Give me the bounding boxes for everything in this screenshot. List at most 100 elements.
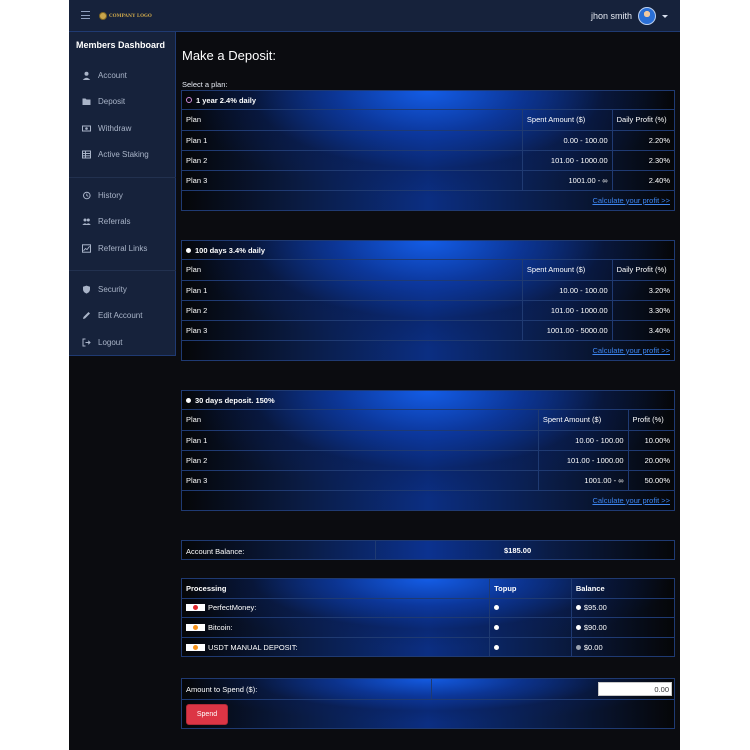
plan-option-3[interactable]: 30 days deposit. 150% xyxy=(182,391,674,410)
column-header: Processing xyxy=(182,579,491,599)
pencil-icon xyxy=(82,311,91,320)
plan-option-1[interactable]: 1 year 2.4% daily xyxy=(182,91,674,110)
company-logo[interactable]: COMPANY LOGO xyxy=(99,12,152,20)
user-menu[interactable]: jhon smith xyxy=(591,7,668,25)
balance-radio[interactable] xyxy=(575,605,581,611)
calc-row: Calculate your profit >> xyxy=(182,341,674,360)
profit-cell: 3.40% xyxy=(612,320,674,341)
amount-cell: 1001.00 - 5000.00 xyxy=(522,320,613,341)
chevron-down-icon xyxy=(662,14,668,18)
table-row: USDT MANUAL DEPOSIT: $0.00 xyxy=(182,637,674,657)
sidebar-title: Members Dashboard xyxy=(76,40,166,50)
plan-cell: Plan 1 xyxy=(182,130,523,151)
topup-radio[interactable] xyxy=(494,624,500,630)
sidebar-item-history[interactable]: History xyxy=(82,188,123,202)
profit-cell: 2.20% xyxy=(612,130,674,151)
table-row: Plan 2 101.00 - 1000.00 20.00% xyxy=(182,450,674,471)
table-header-row: Processing Topup Balance xyxy=(182,579,674,599)
sidebar-divider xyxy=(69,270,176,271)
plan-cell: Plan 1 xyxy=(182,430,539,451)
table-row: Plan 3 1001.00 - ∞ 50.00% xyxy=(182,470,674,491)
processor-name: USDT MANUAL DEPOSIT: xyxy=(208,642,298,652)
sidebar-item-referral-links[interactable]: Referral Links xyxy=(82,241,147,255)
column-header: Spent Amount ($) xyxy=(522,110,613,131)
history-icon xyxy=(82,191,91,200)
balance-radio[interactable] xyxy=(575,644,581,650)
plan-cell: Plan 1 xyxy=(182,280,523,301)
amount-cell: 101.00 - 1000.00 xyxy=(522,300,613,321)
processor-name: Bitcoin: xyxy=(208,622,233,632)
row-divider xyxy=(182,699,674,700)
plan-radio[interactable] xyxy=(186,247,191,253)
menu-toggle-icon[interactable] xyxy=(81,11,90,20)
table-row: Plan 1 10.00 - 100.00 10.00% xyxy=(182,430,674,451)
page-title: Make a Deposit: xyxy=(182,48,276,63)
plan-table: Plan Spent Amount ($) Daily Profit (%) P… xyxy=(182,260,674,341)
sidebar: Members Dashboard Account Deposit Withdr… xyxy=(69,32,176,356)
sidebar-item-label: Referrals xyxy=(98,216,131,226)
plan-radio[interactable] xyxy=(186,397,191,403)
column-header: Plan xyxy=(182,260,523,281)
sidebar-item-security[interactable]: Security xyxy=(82,282,127,296)
profit-cell: 50.00% xyxy=(628,470,674,491)
column-header: Spent Amount ($) xyxy=(522,260,613,281)
calculate-profit-link[interactable]: Calculate your profit >> xyxy=(592,196,670,205)
plan-option-2[interactable]: 100 days 3.4% daily xyxy=(182,241,674,260)
plan-cell: Plan 3 xyxy=(182,170,523,191)
calculate-profit-link[interactable]: Calculate your profit >> xyxy=(592,496,670,505)
spend-button[interactable]: Spend xyxy=(186,704,228,725)
sidebar-item-logout[interactable]: Logout xyxy=(82,335,122,349)
account-balance-row: Account Balance: $185.00 xyxy=(181,540,675,560)
balance-value: $185.00 xyxy=(504,546,532,555)
column-header: Plan xyxy=(182,410,539,431)
calculate-profit-link[interactable]: Calculate your profit >> xyxy=(592,346,670,355)
plan-name: 100 days 3.4% daily xyxy=(195,245,266,255)
calc-row: Calculate your profit >> xyxy=(182,191,674,210)
amount-cell: 0.00 - 100.00 xyxy=(522,130,613,151)
plan-box-2: 100 days 3.4% daily Plan Spent Amount ($… xyxy=(181,240,675,361)
amount-cell: 101.00 - 1000.00 xyxy=(538,450,629,471)
column-header: Daily Profit (%) xyxy=(612,110,674,131)
plan-radio-selected[interactable] xyxy=(186,97,192,103)
amount-label: Amount to Spend ($): xyxy=(186,685,258,694)
sidebar-item-withdraw[interactable]: Withdraw xyxy=(82,121,131,135)
select-plan-label: Select a plan: xyxy=(182,80,228,89)
table-row: Plan 2 101.00 - 1000.00 2.30% xyxy=(182,150,674,171)
column-header: Profit (%) xyxy=(628,410,674,431)
column-header: Topup xyxy=(489,579,572,599)
plan-box-3: 30 days deposit. 150% Plan Spent Amount … xyxy=(181,390,675,511)
profit-cell: 10.00% xyxy=(628,430,674,451)
logo-dot-icon xyxy=(193,624,198,630)
processor-cell: PerfectMoney: xyxy=(182,598,491,618)
processor-balance: $95.00 xyxy=(583,603,607,613)
topup-radio[interactable] xyxy=(494,605,500,611)
processing-table: Processing Topup Balance PerfectMoney: $… xyxy=(182,579,674,657)
sidebar-divider xyxy=(69,177,176,178)
chart-icon xyxy=(82,243,91,253)
perfectmoney-logo-icon xyxy=(186,604,205,612)
processor-name: PerfectMoney: xyxy=(208,603,257,613)
table-header-row: Plan Spent Amount ($) Daily Profit (%) xyxy=(182,110,674,131)
amount-input[interactable] xyxy=(598,682,672,696)
top-bar: COMPANY LOGO jhon smith xyxy=(69,0,680,32)
sidebar-item-referrals[interactable]: Referrals xyxy=(82,214,130,228)
topup-cell xyxy=(489,637,572,657)
sidebar-item-deposit[interactable]: Deposit xyxy=(82,94,125,108)
sidebar-item-active-staking[interactable]: Active Staking xyxy=(82,147,149,161)
spend-form: Amount to Spend ($): Spend xyxy=(181,678,675,729)
plan-name: 30 days deposit. 150% xyxy=(195,395,275,405)
balance-radio[interactable] xyxy=(575,624,581,630)
plan-name: 1 year 2.4% daily xyxy=(196,95,257,105)
balance-cell: $0.00 xyxy=(571,637,674,657)
sidebar-item-label: Deposit xyxy=(98,96,126,106)
topup-radio[interactable] xyxy=(494,644,500,650)
logo-dot-icon xyxy=(193,605,198,611)
sidebar-item-label: Referral Links xyxy=(98,243,148,253)
amount-cell: 101.00 - 1000.00 xyxy=(522,150,613,171)
table-row: Bitcoin: $90.00 xyxy=(182,617,674,638)
logout-icon xyxy=(82,338,91,347)
column-header: Spent Amount ($) xyxy=(538,410,629,431)
sidebar-item-account[interactable]: Account xyxy=(82,68,127,82)
logo-text: COMPANY LOGO xyxy=(109,13,152,19)
sidebar-item-edit-account[interactable]: Edit Account xyxy=(82,308,142,322)
